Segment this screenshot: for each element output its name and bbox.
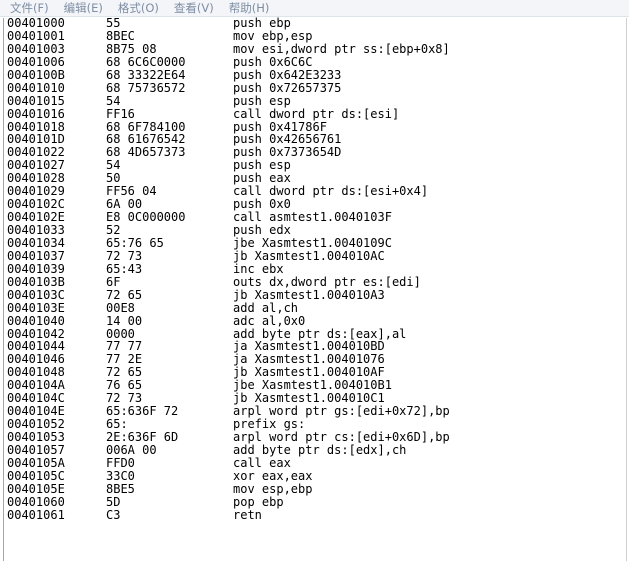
address-cell: 00401015 [7,93,65,108]
text-editor-area[interactable]: 00401000 55 push ebp 00401001 8BEC mov ebp,es… [3,17,627,561]
instruction-cell: call dword ptr ds:[esi] [233,106,400,121]
address-cell: 00401003 [7,41,65,56]
opcode-bytes-cell: 006A 00 [106,442,157,457]
menu-edit[interactable]: 编辑(E) [59,0,108,16]
opcode-bytes-cell: 72 73 [106,248,143,263]
opcode-bytes-cell: 14 00 [106,313,143,328]
opcode-bytes-cell: C3 [106,507,121,522]
menu-help[interactable]: 帮助(H) [224,0,275,16]
instruction-cell: mov esp,ebp [233,481,313,496]
opcode-bytes-cell: 33C0 [106,468,135,483]
address-cell: 0040105C [7,468,65,483]
instruction-cell: retn [233,507,262,522]
address-cell: 0040103B [7,274,65,289]
opcode-bytes-cell: 68 75736572 [106,80,186,95]
instruction-cell: mov ebp,esp [233,28,313,43]
address-cell: 0040103E [7,300,65,315]
opcode-bytes-cell: 68 6C6C0000 [106,54,186,69]
opcode-bytes-cell: 8BEC [106,28,135,43]
address-cell: 0040103C [7,287,65,302]
opcode-bytes-cell: FF16 [106,106,135,121]
address-cell: 0040100B [7,67,65,82]
address-cell: 0040105A [7,455,65,470]
opcode-bytes-cell: 8B75 08 [106,41,157,56]
instruction-cell: inc ebx [233,261,284,276]
instruction-cell: mov esi,dword ptr ss:[ebp+0x8] [233,41,450,56]
menu-view[interactable]: 查看(V) [169,0,219,16]
instruction-cell: add byte ptr ds:[edx],ch [233,442,407,457]
opcode-bytes-cell: 54 [106,93,121,108]
opcode-bytes-cell: 65:43 [106,261,143,276]
notepad-window: 文件(F) 编辑(E) 格式(O) 查看(V) 帮助(H) 00401000 55… [0,0,629,561]
instruction-cell: push 0x72657375 [233,80,342,95]
address-cell: 00401001 [7,28,65,43]
instruction-cell: push 0x6C6C [233,54,313,69]
instruction-cell: adc al,0x0 [233,313,306,328]
instruction-cell: add al,ch [233,300,299,315]
opcode-bytes-cell: 6F [106,274,121,289]
instruction-cell: push esp [233,93,291,108]
address-cell: 00401010 [7,80,65,95]
address-cell: 00401016 [7,106,65,121]
address-cell: 00401061 [7,507,65,522]
instruction-cell: jb Xasmtest1.004010AC [233,248,385,263]
menu-bar: 文件(F) 编辑(E) 格式(O) 查看(V) 帮助(H) [0,0,629,17]
address-cell: 00401006 [7,54,65,69]
instruction-cell: jbe Xasmtest1.0040109C [233,235,392,250]
menu-format[interactable]: 格式(O) [113,0,164,16]
instruction-cell: push 0x642E3233 [233,67,342,82]
instruction-cell: outs dx,dword ptr es:[edi] [233,274,421,289]
address-cell: 00401040 [7,313,65,328]
opcode-bytes-cell: 72 65 [106,287,143,302]
opcode-bytes-cell: 68 33322E64 [106,67,186,82]
instruction-cell: call eax [233,455,291,470]
instruction-cell: xor eax,eax [233,468,313,483]
address-cell: 00401034 [7,235,65,250]
opcode-bytes-cell: 5D [106,494,121,509]
instruction-cell: pop ebp [233,494,284,509]
address-cell: 00401060 [7,494,65,509]
address-cell: 00401037 [7,248,65,263]
address-cell: 00401039 [7,261,65,276]
opcode-bytes-cell: FFD0 [106,455,135,470]
opcode-bytes-cell: 65:76 65 [106,235,164,250]
menu-file[interactable]: 文件(F) [0,0,54,16]
instruction-cell: jb Xasmtest1.004010A3 [233,287,385,302]
opcode-bytes-cell: 00E8 [106,300,135,315]
address-cell: 00401057 [7,442,65,457]
address-cell: 0040105E [7,481,65,496]
opcode-bytes-cell: 8BE5 [106,481,135,496]
